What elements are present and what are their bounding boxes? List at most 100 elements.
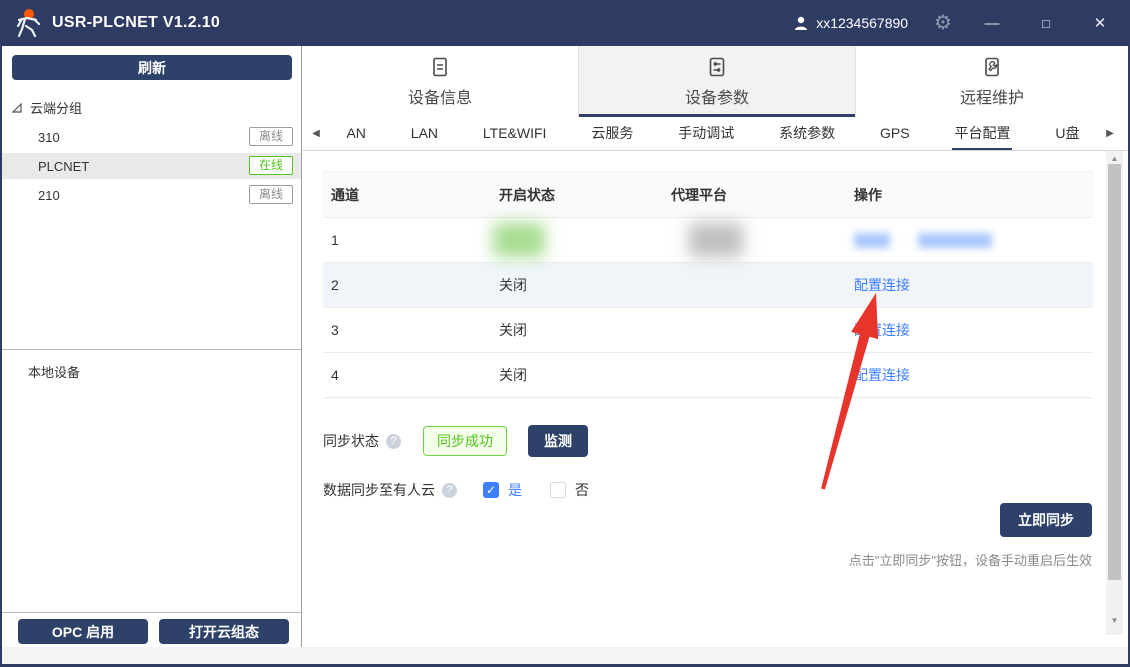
minimize-button[interactable]: — xyxy=(978,15,1006,32)
tab-device-params[interactable]: 设备参数 xyxy=(578,46,856,117)
platform-config-content: 通道 开启状态 代理平台 操作 1 xyxy=(302,151,1128,647)
no-checkbox[interactable] xyxy=(550,482,566,498)
tree-expander-icon[interactable] xyxy=(12,103,22,113)
tab-device-info[interactable]: 设备信息 xyxy=(302,46,578,117)
configure-connection-link[interactable]: 配置连接 xyxy=(854,277,910,293)
subtab-lte-wifi[interactable]: LTE&WIFI xyxy=(481,117,549,150)
wrench-device-icon xyxy=(981,56,1003,78)
vertical-scrollbar[interactable]: ▲ ▼ xyxy=(1106,151,1123,635)
redacted-status-blur xyxy=(493,223,545,257)
scrollbar-down-icon[interactable]: ▼ xyxy=(1106,613,1123,627)
scrollbar-thumb[interactable] xyxy=(1108,164,1121,580)
no-label[interactable]: 否 xyxy=(575,480,589,500)
sidebar: 刷新 云端分组 310 离线 PLCNET 在线 xyxy=(2,46,302,647)
close-button[interactable]: ✕ xyxy=(1086,14,1114,32)
subtab-usb[interactable]: U盘 xyxy=(1053,117,1081,150)
tab-label: 设备参数 xyxy=(685,84,749,108)
device-name: PLCNET xyxy=(38,159,89,174)
sync-now-section: 立即同步 点击"立即同步"按钮，设备手动重启后生效 xyxy=(849,503,1092,569)
subtab-wan[interactable]: AN xyxy=(344,117,367,150)
refresh-button[interactable]: 刷新 xyxy=(12,55,292,80)
open-cloud-scada-button[interactable]: 打开云组态 xyxy=(159,619,289,644)
channel-cell: 4 xyxy=(323,353,491,398)
operation-cell: 配置连接 xyxy=(846,263,1093,308)
tree-item-310[interactable]: 310 离线 xyxy=(2,124,301,150)
table-row-channel-4: 4 关闭 配置连接 xyxy=(323,353,1093,398)
local-devices-section: 本地设备 xyxy=(2,350,301,612)
sync-status-label: 同步状态 xyxy=(323,431,379,451)
tree-item-plcnet[interactable]: PLCNET 在线 xyxy=(2,153,301,179)
table-header-row: 通道 开启状态 代理平台 操作 xyxy=(323,172,1093,218)
operation-cell: 配置连接 xyxy=(846,353,1093,398)
table-row-channel-3: 3 关闭 配置连接 xyxy=(323,308,1093,353)
maximize-button[interactable]: □ xyxy=(1032,16,1060,31)
status-badge-offline: 离线 xyxy=(249,127,293,146)
main-tab-bar: 设备信息 设备参数 远程维护 xyxy=(302,46,1128,117)
sub-tab-bar: ◀ AN LAN LTE&WIFI 云服务 手动调试 系统参数 GPS 平台配置… xyxy=(302,117,1128,151)
sync-success-badge: 同步成功 xyxy=(423,426,507,456)
operation-cell: 配置连接 xyxy=(846,308,1093,353)
channel-cell: 2 xyxy=(323,263,491,308)
header-status: 开启状态 xyxy=(491,172,663,218)
data-sync-label: 数据同步至有人云 xyxy=(323,480,435,500)
platform-cell xyxy=(663,218,846,263)
platform-cell xyxy=(663,353,846,398)
status-cell: 关闭 xyxy=(491,263,663,308)
opc-enable-button[interactable]: OPC 启用 xyxy=(18,619,148,644)
configure-connection-link[interactable]: 配置连接 xyxy=(854,367,910,383)
help-icon[interactable]: ? xyxy=(442,483,457,498)
account-info[interactable]: xx1234567890 xyxy=(793,15,908,31)
tab-label: 设备信息 xyxy=(408,84,472,108)
platform-cell xyxy=(663,308,846,353)
channel-cell: 3 xyxy=(323,308,491,353)
subtab-manual-debug[interactable]: 手动调试 xyxy=(676,117,736,150)
subtab-gps[interactable]: GPS xyxy=(878,117,912,150)
redacted-link-blur[interactable] xyxy=(854,233,890,248)
user-icon xyxy=(793,15,809,31)
status-badge-online: 在线 xyxy=(249,156,293,175)
subtab-scroll-right-icon[interactable]: ▶ xyxy=(1102,117,1118,150)
subtab-system-params[interactable]: 系统参数 xyxy=(777,117,837,150)
table-row-channel-2: 2 关闭 配置连接 xyxy=(323,263,1093,308)
status-cell: 关闭 xyxy=(491,308,663,353)
redacted-platform-blur xyxy=(689,223,743,257)
channel-table: 通道 开启状态 代理平台 操作 1 xyxy=(323,171,1093,398)
device-tree: 云端分组 310 离线 PLCNET 在线 210 离线 xyxy=(2,94,301,208)
sliders-icon xyxy=(706,56,728,78)
document-icon xyxy=(429,56,451,78)
local-devices-label: 本地设备 xyxy=(28,365,80,380)
redacted-link-blur[interactable] xyxy=(918,233,992,248)
yes-checkbox[interactable]: ✓ xyxy=(483,482,499,498)
device-name: 310 xyxy=(38,130,60,145)
scrollbar-up-icon[interactable]: ▲ xyxy=(1106,151,1123,165)
yes-label[interactable]: 是 xyxy=(508,480,522,500)
settings-gear-icon[interactable]: ⚙ xyxy=(934,13,952,33)
header-platform: 代理平台 xyxy=(663,172,846,218)
configure-connection-link[interactable]: 配置连接 xyxy=(854,322,910,338)
status-cell: 关闭 xyxy=(491,353,663,398)
main-panel: 设备信息 设备参数 远程维护 xyxy=(302,46,1128,647)
monitor-button[interactable]: 监测 xyxy=(528,425,588,457)
subtab-platform-config[interactable]: 平台配置 xyxy=(952,117,1012,150)
channel-cell: 1 xyxy=(323,218,491,263)
header-operation: 操作 xyxy=(846,172,1093,218)
subtab-scroll-left-icon[interactable]: ◀ xyxy=(308,117,324,150)
device-name: 210 xyxy=(38,188,60,203)
data-sync-row: 数据同步至有人云 ? ✓ 是 否 xyxy=(323,480,1128,500)
tree-node-cloud-group[interactable]: 云端分组 xyxy=(2,94,301,121)
app-window: USR-PLCNET V1.2.10 xx1234567890 ⚙ — □ ✕ … xyxy=(0,0,1130,667)
tree-item-210[interactable]: 210 离线 xyxy=(2,182,301,208)
window-footer xyxy=(2,647,1128,664)
subtab-lan[interactable]: LAN xyxy=(409,117,440,150)
sync-status-row: 同步状态 ? 同步成功 监测 xyxy=(323,425,1128,457)
title-bar: USR-PLCNET V1.2.10 xx1234567890 ⚙ — □ ✕ xyxy=(2,0,1128,46)
tab-remote-maintenance[interactable]: 远程维护 xyxy=(856,46,1128,117)
usr-logo-icon xyxy=(10,6,44,40)
table-row-channel-1: 1 xyxy=(323,218,1093,263)
status-badge-offline: 离线 xyxy=(249,185,293,204)
account-name: xx1234567890 xyxy=(816,15,908,31)
help-icon[interactable]: ? xyxy=(386,434,401,449)
subtab-cloud-service[interactable]: 云服务 xyxy=(589,117,635,150)
sync-now-button[interactable]: 立即同步 xyxy=(1000,503,1092,537)
cloud-group-label: 云端分组 xyxy=(30,98,82,117)
